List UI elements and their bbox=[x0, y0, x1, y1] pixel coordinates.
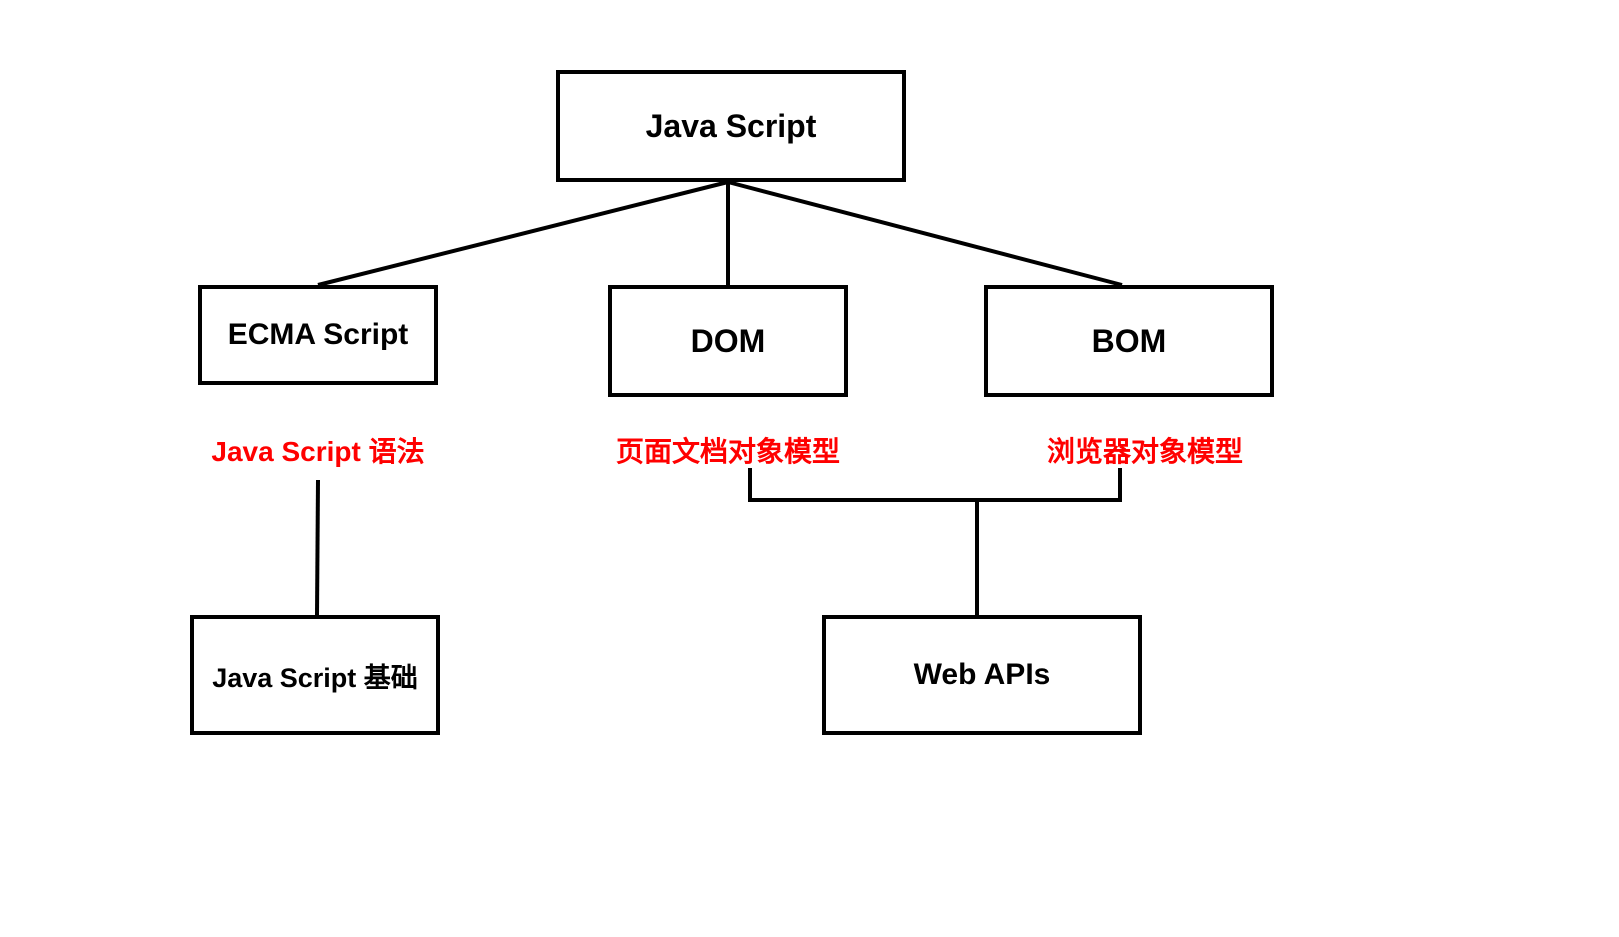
node-web-apis-label: Web APIs bbox=[914, 658, 1051, 692]
node-ecma: ECMA Script bbox=[198, 285, 438, 385]
node-bom: BOM bbox=[984, 285, 1274, 397]
node-js-basics: Java Script 基础 bbox=[190, 615, 440, 735]
node-bom-label: BOM bbox=[1092, 323, 1167, 360]
node-root-label: Java Script bbox=[646, 108, 817, 145]
node-dom: DOM bbox=[608, 285, 848, 397]
caption-ecma-text: Java Script 语法 bbox=[211, 436, 424, 467]
node-ecma-label: ECMA Script bbox=[228, 318, 409, 352]
node-dom-label: DOM bbox=[691, 323, 766, 360]
caption-ecma: Java Script 语法 bbox=[198, 430, 438, 470]
caption-bom: 浏览器对象模型 bbox=[1030, 430, 1260, 470]
caption-dom-text: 页面文档对象模型 bbox=[616, 436, 840, 467]
node-js-basics-label: Java Script 基础 bbox=[212, 656, 418, 695]
node-web-apis: Web APIs bbox=[822, 615, 1142, 735]
node-root: Java Script bbox=[556, 70, 906, 182]
caption-bom-text: 浏览器对象模型 bbox=[1047, 436, 1243, 467]
caption-dom: 页面文档对象模型 bbox=[608, 430, 848, 470]
